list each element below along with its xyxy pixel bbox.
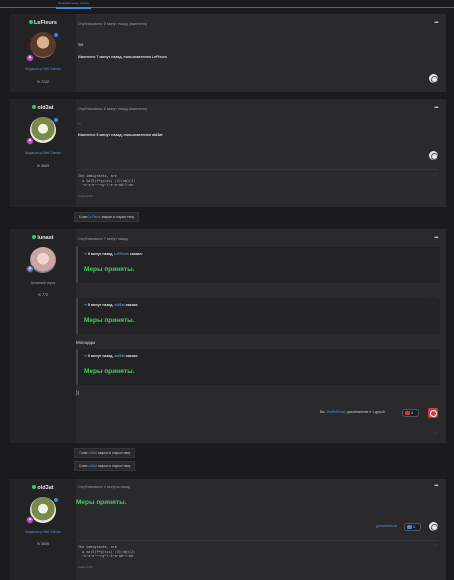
author-name[interactable]: LeFleurs [10, 20, 76, 26]
signature-caption: Award 2009 [78, 194, 93, 198]
user-group[interactable]: Модератор Wei Games [10, 67, 76, 71]
post-text: ... [78, 121, 81, 125]
rank-icon: ✦ [26, 137, 34, 145]
quote-block: ↪ 8 минут назад, old3at сказал: ··· Меры… [76, 298, 440, 334]
tab-wrong-answers[interactable]: Неправильные ответы [56, 0, 92, 9]
post-meta[interactable]: Опубликовано: 8 минут назад (изменено) [78, 107, 147, 111]
react-button[interactable] [428, 408, 438, 418]
quote-expand-icon[interactable]: ··· [430, 250, 434, 255]
user-group[interactable]: Активный игрок [10, 281, 76, 285]
react-button[interactable] [429, 74, 438, 83]
online-icon [32, 485, 37, 489]
author-panel: lunast ✦ Активный игрок ✉ 772 [10, 229, 76, 443]
reaction-summary[interactable]: Вы, TheRedDead, gmcwinsrender и 1 другой [320, 410, 385, 414]
user-group[interactable]: Модератор Wei Games [10, 530, 76, 534]
author-name[interactable]: old3at [10, 105, 76, 111]
author-name[interactable]: lunast [10, 235, 76, 241]
quote-block: ↪ 8 минут назад, LeFleurs сказал: ··· Ме… [76, 247, 440, 283]
online-icon [32, 235, 37, 239]
quote-header: ↪ 8 минут назад, old3at сказал: [84, 303, 139, 307]
author-name[interactable]: old3at [10, 485, 76, 491]
signature-caption: Award 2009 [78, 565, 93, 569]
rank-icon: ✦ [26, 265, 34, 273]
quote-text: Меры приняты. [84, 368, 135, 375]
post-lefleurs: LeFleurs ✦ Модератор Wei Games ✉ 7242 Оп… [10, 14, 446, 92]
post-text: )) [76, 390, 79, 395]
moderation-notice: 6 мин LeFleurs закрыл и открыл тему [74, 212, 140, 222]
signature: The immigrants, are a ta(5)f*g(nic) (3)(… [78, 545, 136, 559]
like-icon [407, 525, 412, 529]
react-button[interactable] [429, 151, 438, 160]
quote-expand-icon[interactable]: ··· [430, 352, 434, 357]
signature-toggle[interactable]: ⤓ ~ [433, 173, 438, 177]
quote-text: Меры приняты. [84, 317, 135, 324]
quote-block: ↪ 8 минут назад, old3at сказал: ··· Меры… [76, 349, 440, 385]
user-group[interactable]: Модератор Wei Games [10, 151, 76, 155]
post-text: Меры приняты. [76, 499, 127, 506]
verified-icon [53, 117, 59, 123]
post-count: ✉ 7242 [36, 80, 49, 84]
moderation-notice: 6 мин old3at закрыл и открыл тему [74, 461, 136, 471]
signature: The immigrants, are a ta(5)f*g(nic) (3)(… [78, 174, 136, 188]
reaction-count[interactable]: 3 [402, 409, 419, 417]
rank-icon: ✦ [26, 54, 34, 62]
signature-toggle[interactable]: ⤓ ~ [433, 431, 438, 435]
edited-note: Изменено 6 минут назад, пользователем ol… [78, 133, 163, 137]
post-count: ✉ 772 [37, 293, 48, 297]
signature-divider [78, 540, 438, 541]
signature-divider [78, 169, 438, 170]
more-icon[interactable]: ••• [434, 483, 438, 489]
avatar[interactable] [30, 32, 56, 58]
like-icon [405, 411, 410, 415]
author-panel: old3at ✦ Модератор Wei Games ✉ 3609 [10, 99, 76, 207]
post-text: SM [78, 43, 84, 47]
post-old3at-2: old3at ✦ Модератор Wei Games ✉ 3609 Опуб… [10, 479, 446, 580]
post-meta[interactable]: Опубликовано: 8 минут назад (изменено) [78, 22, 147, 26]
post-meta[interactable]: Опубликовано: 4 минуты назад [78, 485, 130, 489]
more-icon[interactable]: ••• [434, 235, 438, 241]
signature-toggle[interactable]: ⤓ ~ [433, 543, 438, 547]
post-lunast: lunast ✦ Активный игрок ✉ 772 Опубликова… [10, 229, 446, 443]
signature-caption: ... [78, 432, 81, 436]
post-text: Молодцы [76, 340, 96, 345]
quote-text: Меры приняты. [84, 266, 135, 273]
quote-expand-icon[interactable]: ··· [430, 301, 434, 306]
quote-header: ↪ 8 минут назад, old3at сказал: [84, 354, 139, 358]
verified-icon [53, 32, 59, 38]
more-icon[interactable]: ••• [434, 105, 438, 111]
tab-bar: Неправильные ответы [0, 0, 454, 9]
reaction-count[interactable]: 1 [404, 523, 421, 531]
online-icon [32, 105, 37, 109]
post-count: ✉ 3609 [36, 164, 49, 168]
edited-note: Изменено 7 минут назад, пользователем Le… [78, 55, 167, 59]
quote-header: ↪ 8 минут назад, LeFleurs сказал: [84, 252, 143, 256]
online-icon [29, 20, 34, 24]
moderation-notice: 7 мин old3at закрыл и открыл тему [74, 448, 136, 458]
more-icon[interactable]: ••• [434, 20, 438, 26]
verified-icon [53, 497, 59, 503]
author-panel: LeFleurs ✦ Модератор Wei Games ✉ 7242 [10, 14, 76, 92]
react-button[interactable] [429, 522, 438, 531]
post-meta[interactable]: Опубликовано: 7 минут назад [78, 237, 128, 241]
author-panel: old3at ✦ Модератор Wei Games ✉ 3609 [10, 479, 76, 580]
rank-icon: ✦ [26, 516, 34, 524]
reaction-summary[interactable]: gmcwinsrender [376, 524, 398, 528]
post-count: ✉ 3609 [36, 542, 49, 546]
post-old3at: old3at ✦ Модератор Wei Games ✉ 3609 Опуб… [10, 99, 446, 207]
